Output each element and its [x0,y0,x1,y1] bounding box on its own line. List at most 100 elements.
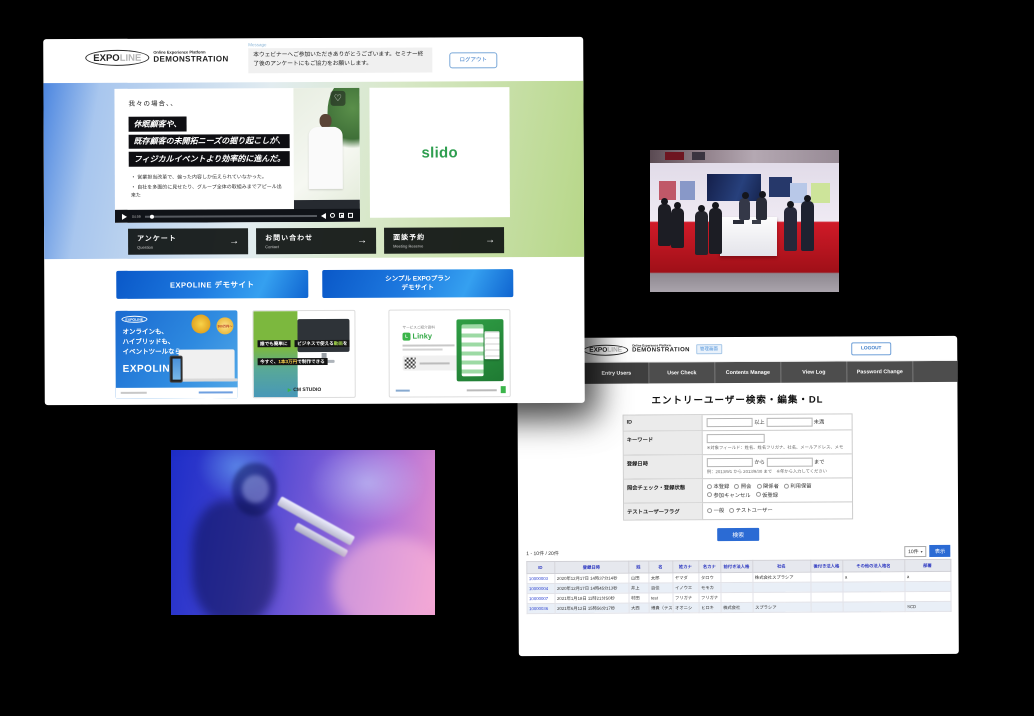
card-brand: CM STUDIO [287,387,321,393]
column-header: 姓 [628,561,648,573]
message-area: Message 本ウェビナーへご参加いただきありがとうございます。セミナー終了後… [248,41,432,73]
status-radio[interactable]: 本登録 [707,482,729,490]
volume-icon[interactable] [321,212,326,218]
status-radio[interactable]: 参加キャンセル [707,491,751,499]
show-button[interactable]: 表示 [930,545,951,557]
demo-header: EXPOLINE Online Experience Platform DEMO… [43,37,583,83]
column-header: 前付き法人格 [720,561,752,573]
person-silhouette [695,211,708,255]
app-screenshot-panel [456,319,503,381]
logo-name: DEMONSTRATION [632,348,690,355]
slido-panel[interactable]: slido [369,87,510,218]
cell-id[interactable]: 10000036 [527,604,555,614]
column-header: 社名 [752,560,810,572]
person-silhouette [756,197,767,220]
arrow-icon: → [229,236,239,247]
id-min-input[interactable] [707,418,753,427]
linky-icon: L [402,332,410,340]
form-row-flag: テストユーザーフラグ 一般テストユーザー [624,502,852,520]
person-silhouette [801,201,814,251]
column-header: 部署 [904,560,950,572]
logout-button[interactable]: ログアウト [449,52,497,68]
keyword-input[interactable] [707,434,765,443]
logout-button[interactable]: LOGOUT [851,342,891,355]
person-silhouette [739,198,750,220]
status-radio[interactable]: 仮登録 [756,490,778,498]
linky-card[interactable]: サービスご紹介資料 L Linky [388,309,510,398]
radio-icon [707,508,712,513]
booth-screen [769,177,792,197]
contact-button[interactable]: お問い合わせ Contact → [256,228,376,255]
video-player[interactable]: 我々の場合、、 休眠顧客や、 既存顧客の未開拓ニーズの掘り起こしが、 フィジカル… [114,88,360,223]
expoline-demo-button[interactable]: EXPOLINE デモサイト [116,270,308,299]
form-row-keyword: キーワード ※対象フィールド：姓名、姓名フリガナ、社名、メールアドレス、メモ [624,429,852,454]
pip-icon[interactable] [339,213,344,218]
booth-counter [720,217,777,257]
fullscreen-icon[interactable] [348,213,353,218]
radio-icon [707,484,712,489]
cm-studio-card[interactable]: 誰でも簡単に ビジネスで使える動画を 今すぐ、1本3万円で制作できる CM ST… [252,310,355,398]
slide-bullet: 自社を多面的に見せたり、グループ全体の取組みまでアピール出来た [131,184,285,200]
column-header: 名カナ [698,561,720,573]
admin-nav-item[interactable]: User Check [649,362,715,383]
slide-highlight: 休眠顧客や、 [129,117,187,132]
radio-icon [756,484,761,489]
questionnaire-button[interactable]: アンケート Question → [128,228,248,255]
radio-icon [729,508,734,513]
price-badge: 300万円〜 [216,317,233,334]
admin-nav-item[interactable]: Contents Manage [715,362,781,383]
favorite-icon[interactable]: ♡ [330,91,345,106]
search-button[interactable]: 検索 [717,528,759,541]
column-header: 姓カナ [672,561,698,573]
table-row[interactable]: 10000036 2021年6月12日 15時56分17秒 大西 博貴（テスト）… [527,602,951,614]
date-from-input[interactable] [707,458,753,467]
progress-bar[interactable] [145,214,317,217]
cell-id[interactable]: 10000003 [526,574,554,584]
hero-section: 我々の場合、、 休眠顧客や、 既存顧客の未開拓ニーズの掘り起こしが、 フィジカル… [43,81,584,259]
expoline-promo-card[interactable]: EXPOLINE オンラインも、 ハイブリッドも、 イベントツールなら EXPO… [115,310,237,399]
flag-radio[interactable]: テストユーザー [729,506,773,514]
demo-window: EXPOLINE Online Experience Platform DEMO… [43,37,585,405]
presenter-photo [293,88,360,222]
admin-body: エントリーユーザー検索・編集・DL ID 以上 未満 キーワード ※対象フィ [517,382,958,614]
award-badge [191,314,210,333]
admin-nav-item[interactable]: View Log [781,361,847,382]
cell-id[interactable]: 10000007 [527,594,555,604]
message-text: 本ウェビナーへご参加いただきありがとうございます。セミナー終了後のアンケートにも… [248,47,432,73]
person-silhouette [658,204,671,246]
keyword-note: ※対象フィールド：姓名、姓名フリガナ、社名、メールアドレス、メモ [707,445,848,452]
time-label: 04:59 [132,214,141,218]
action-buttons: アンケート Question → お問い合わせ Contact → 面談予約 M… [128,227,504,255]
search-form: ID 以上 未満 キーワード ※対象フィールド：姓名、姓名フリガナ、社名、メール… [623,413,854,520]
flag-radio[interactable]: 一般 [707,506,724,514]
settings-icon[interactable] [330,213,335,218]
slide-intro: 我々の場合、、 [128,97,293,108]
admin-nav-item[interactable]: Entry Users [583,362,649,383]
status-radio[interactable]: 利用保留 [784,482,812,490]
message-label: Message [248,41,432,47]
slide-highlight: フィジカルイベントより効率的に進んだ。 [129,151,291,166]
meeting-reserve-button[interactable]: 面談予約 Meeting Reserve → [384,227,504,254]
video-slide: 我々の場合、、 休眠顧客や、 既存顧客の未開拓ニーズの掘り起こしが、 フィジカル… [114,88,294,223]
arrow-icon: → [485,235,495,246]
play-icon[interactable] [122,213,127,219]
radio-icon [707,492,712,497]
status-radio[interactable]: 関係者 [756,482,778,490]
person-silhouette [671,208,684,248]
simple-expo-plan-button[interactable]: シンプル EXPOプラン デモサイト [322,269,513,298]
status-radio[interactable]: 照会 [734,482,751,490]
page-size-select[interactable]: 10件▾ [904,546,927,557]
admin-nav-item[interactable]: Password Change [847,361,913,382]
column-header: その他の法人格名 [842,560,904,572]
radio-icon [784,483,789,488]
logo-line: LINE [120,52,142,63]
date-to-input[interactable] [766,458,812,467]
laptop-mockup [179,349,235,381]
duotone-photo [171,450,435,615]
card-label: サービスご紹介資料 [402,325,434,330]
column-header: 後付き法人格 [810,560,842,572]
cell-id[interactable]: 10000004 [526,584,554,594]
id-max-input[interactable] [766,418,812,427]
expoline-logo: EXPOLINE Online Experience Platform DEMO… [583,344,690,356]
form-row-status: 照会チェック・登録状態 本登録照会関係者利用保留参加キャンセル仮登録 [624,478,852,503]
